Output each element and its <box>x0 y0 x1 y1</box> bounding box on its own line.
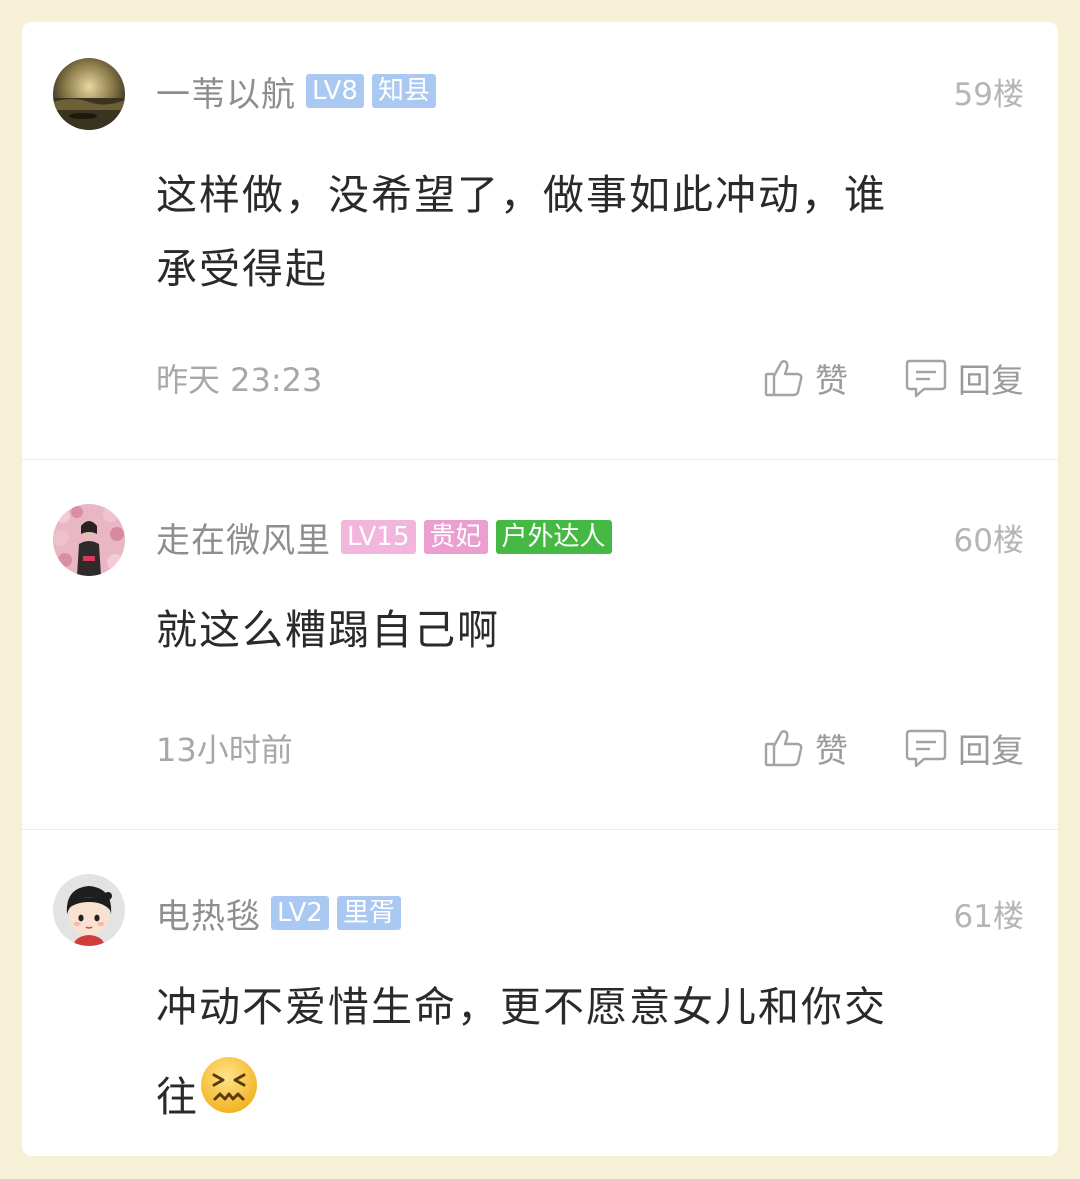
username[interactable]: 电热毯 <box>156 889 261 938</box>
reply-button[interactable]: 回复 <box>904 724 1024 772</box>
username[interactable]: 一苇以航 <box>156 67 296 116</box>
floor-number: 60楼 <box>953 522 1024 559</box>
reply-button[interactable]: 回复 <box>904 354 1024 402</box>
reply-label: 回复 <box>958 361 1024 400</box>
like-label: 赞 <box>815 361 848 400</box>
comment-content: 这样做，没希望了，做事如此冲动，谁 承受得起 <box>156 158 1006 306</box>
like-button[interactable]: 赞 <box>763 724 848 772</box>
avatar[interactable] <box>53 58 125 130</box>
level-badge: LV8 <box>306 74 364 108</box>
comment-bubble-icon <box>904 726 948 770</box>
comment-text-line: 往 <box>156 1073 199 1121</box>
comment-text-line: 冲动不爱惜生命，更不愿意女儿和你交 <box>156 983 887 1031</box>
comment-bubble-icon <box>904 356 948 400</box>
like-button[interactable]: 赞 <box>763 354 848 402</box>
thumbs-up-icon <box>763 727 805 769</box>
level-badge: LV2 <box>271 896 329 930</box>
avatar[interactable] <box>53 874 125 946</box>
comment-content: 冲动不爱惜生命，更不愿意女儿和你交 往 <box>156 962 1006 1146</box>
confounded-face-emoji <box>199 1055 259 1146</box>
comment-text-line: 承受得起 <box>156 245 328 293</box>
comment-header: 走在微风里 LV15 贵妃 户外达人 60楼 <box>156 516 1024 561</box>
comment-item: 一苇以航 LV8 知县 59楼 这样做，没希望了，做事如此冲动，谁 承受得起 昨… <box>22 22 1058 460</box>
level-badge: LV15 <box>341 520 416 554</box>
comment-text-line: 这样做，没希望了，做事如此冲动，谁 <box>156 171 887 219</box>
comment-text-line: 就这么糟蹋自己啊 <box>156 606 500 654</box>
floor-number: 61楼 <box>953 898 1024 935</box>
like-label: 赞 <box>815 731 848 770</box>
comment-meta: 昨天 23:23 赞 回复 <box>156 355 1024 401</box>
floor-number: 59楼 <box>953 76 1024 113</box>
reply-label: 回复 <box>958 731 1024 770</box>
comment-content: 就这么糟蹋自己啊 <box>156 600 1006 660</box>
title-badge: 里胥 <box>336 896 401 930</box>
comment-meta: 13小时前 赞 回复 <box>156 725 1024 771</box>
timestamp: 昨天 23:23 <box>156 361 323 399</box>
comment-list: 一苇以航 LV8 知县 59楼 这样做，没希望了，做事如此冲动，谁 承受得起 昨… <box>22 22 1058 1156</box>
title-badge: 知县 <box>371 74 436 108</box>
tag-badge: 户外达人 <box>495 520 612 554</box>
comment-item: 走在微风里 LV15 贵妃 户外达人 60楼 就这么糟蹋自己啊 13小时前 赞 <box>22 460 1058 830</box>
username[interactable]: 走在微风里 <box>156 513 331 562</box>
comment-header: 电热毯 LV2 里胥 61楼 <box>156 892 1024 937</box>
comment-header: 一苇以航 LV8 知县 59楼 <box>156 70 1024 115</box>
title-badge: 贵妃 <box>423 520 488 554</box>
avatar[interactable] <box>53 504 125 576</box>
thumbs-up-icon <box>763 357 805 399</box>
comment-text-line-2: 往 <box>156 1052 1006 1146</box>
comment-item: 电热毯 LV2 里胥 61楼 冲动不爱惜生命，更不愿意女儿和你交 往 <box>22 830 1058 1156</box>
timestamp: 13小时前 <box>156 731 293 769</box>
